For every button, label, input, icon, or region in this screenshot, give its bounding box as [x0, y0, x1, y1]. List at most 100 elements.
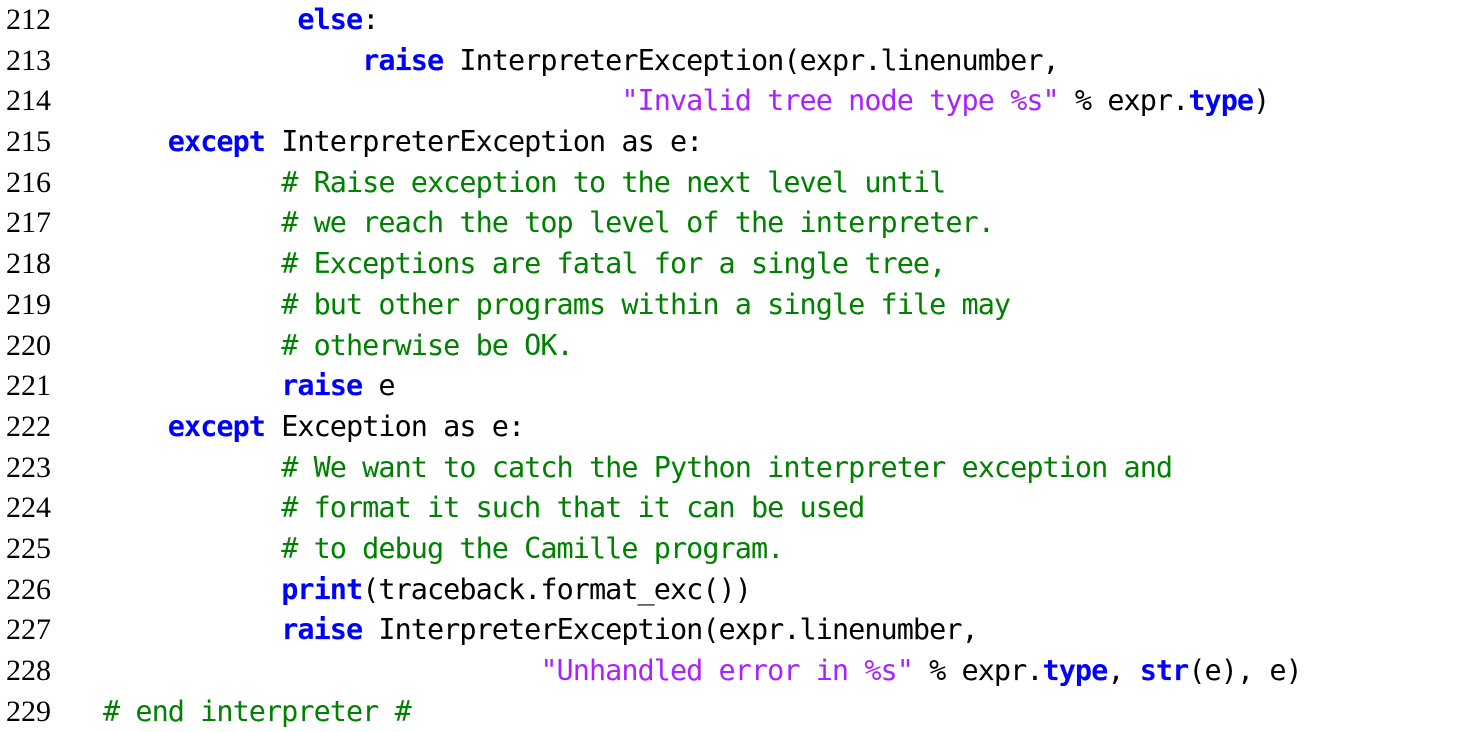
token-string: "Unhandled error in %s": [540, 654, 914, 687]
line-number: 218: [6, 247, 51, 281]
token-comment: # but other programs within a single fil…: [281, 287, 1011, 321]
line-number: 212: [6, 3, 51, 36]
code-line[interactable]: 218 # Exceptions are fatal for a single …: [0, 244, 1470, 285]
line-number: 220: [6, 328, 51, 362]
token-comment: # end interpreter #: [103, 694, 412, 728]
token-comment: # to debug the Camille program.: [281, 531, 784, 565]
line-number: 221: [6, 369, 51, 403]
token-plain: InterpreterException(expr.linenumber,: [443, 43, 1059, 77]
token-keyword: raise: [281, 613, 363, 647]
code-text[interactable]: # otherwise be OK.: [103, 326, 574, 367]
code-line[interactable]: 222 except Exception as e:: [0, 407, 1470, 448]
line-number: 225: [6, 531, 51, 565]
code-line[interactable]: 223 # We want to catch the Python interp…: [0, 448, 1470, 489]
token-plain: Exception as e:: [265, 409, 525, 443]
line-number: 226: [6, 572, 51, 606]
code-text[interactable]: # Raise exception to the next level unti…: [103, 163, 946, 204]
line-number: 217: [6, 206, 51, 240]
token-builtin: str: [1139, 654, 1190, 687]
code-listing[interactable]: 212 else: 213 raise InterpreterException(…: [0, 0, 1470, 732]
line-number: 227: [6, 613, 51, 647]
code-line[interactable]: 221 raise e: [0, 366, 1470, 407]
token-keyword: raise: [362, 43, 444, 77]
token-plain: % expr.: [912, 654, 1043, 687]
code-text[interactable]: except Exception as e:: [103, 407, 525, 448]
token-builtin: print: [281, 572, 363, 606]
code-line[interactable]: 220 # otherwise be OK.: [0, 326, 1470, 367]
code-text[interactable]: # end interpreter #: [103, 692, 412, 732]
token-keyword: except: [167, 125, 266, 159]
token-plain: % expr.: [1058, 84, 1189, 118]
code-line[interactable]: 228 "Unhandled error in %s" % expr.type,…: [0, 651, 1470, 692]
token-plain: (traceback.format_exc()): [362, 572, 752, 606]
token-plain: ,: [1107, 654, 1140, 687]
token-keyword: except: [167, 409, 266, 443]
code-text[interactable]: # Exceptions are fatal for a single tree…: [103, 244, 946, 285]
code-text[interactable]: # but other programs within a single fil…: [103, 285, 1011, 326]
token-comment: # we reach the top level of the interpre…: [281, 206, 995, 240]
code-text[interactable]: else:: [103, 0, 379, 41]
code-text[interactable]: raise InterpreterException(expr.linenumb…: [103, 610, 979, 651]
token-plain: InterpreterException as e:: [265, 125, 703, 159]
code-line[interactable]: 212 else:: [0, 0, 1470, 41]
token-comment: # We want to catch the Python interprete…: [281, 450, 1173, 484]
token-plain: InterpreterException(expr.linenumber,: [362, 613, 978, 647]
code-line[interactable]: 226 print(traceback.format_exc()): [0, 570, 1470, 611]
code-line[interactable]: 227 raise InterpreterException(expr.line…: [0, 610, 1470, 651]
code-line[interactable]: 219 # but other programs within a single…: [0, 285, 1470, 326]
line-number: 216: [6, 165, 51, 199]
token-comment: # otherwise be OK.: [281, 328, 574, 362]
token-comment: # format it such that it can be used: [281, 491, 865, 525]
token-builtin: type: [1188, 84, 1254, 118]
code-line[interactable]: 217 # we reach the top level of the inte…: [0, 203, 1470, 244]
token-plain: (e), e): [1188, 654, 1302, 687]
token-plain: ): [1253, 84, 1270, 118]
code-text[interactable]: raise InterpreterException(expr.linenumb…: [103, 41, 1060, 82]
line-number: 222: [6, 409, 51, 443]
line-number: 219: [6, 287, 51, 321]
code-text[interactable]: # We want to catch the Python interprete…: [103, 448, 1173, 489]
token-plain: e: [362, 369, 395, 403]
code-line[interactable]: 213 raise InterpreterException(expr.line…: [0, 41, 1470, 82]
code-text[interactable]: raise e: [103, 366, 395, 407]
code-text[interactable]: # we reach the top level of the interpre…: [103, 203, 995, 244]
token-string: "Invalid tree node type %s": [621, 84, 1059, 118]
token-keyword: else: [297, 3, 363, 36]
line-number: 215: [6, 125, 51, 159]
token-plain: :: [362, 3, 379, 36]
code-line[interactable]: 224 # format it such that it can be used: [0, 488, 1470, 529]
line-number: 223: [6, 450, 51, 484]
code-line[interactable]: 214 "Invalid tree node type %s" % expr.t…: [0, 81, 1470, 122]
code-text[interactable]: except InterpreterException as e:: [103, 122, 704, 163]
code-text[interactable]: "Invalid tree node type %s" % expr.type): [103, 81, 1270, 122]
token-builtin: type: [1042, 654, 1109, 687]
code-line[interactable]: 216 # Raise exception to the next level …: [0, 163, 1470, 204]
line-number: 228: [6, 654, 51, 687]
token-keyword: raise: [281, 369, 363, 403]
line-number: 214: [6, 84, 51, 118]
code-line[interactable]: 215 except InterpreterException as e:: [0, 122, 1470, 163]
code-text[interactable]: # to debug the Camille program.: [103, 529, 784, 570]
code-line[interactable]: 229 # end interpreter #: [0, 692, 1470, 732]
code-text[interactable]: "Unhandled error in %s" % expr.type, str…: [103, 651, 1302, 692]
code-text[interactable]: # format it such that it can be used: [103, 488, 865, 529]
line-number: 229: [6, 694, 51, 728]
code-line[interactable]: 225 # to debug the Camille program.: [0, 529, 1470, 570]
code-text[interactable]: print(traceback.format_exc()): [103, 570, 752, 611]
